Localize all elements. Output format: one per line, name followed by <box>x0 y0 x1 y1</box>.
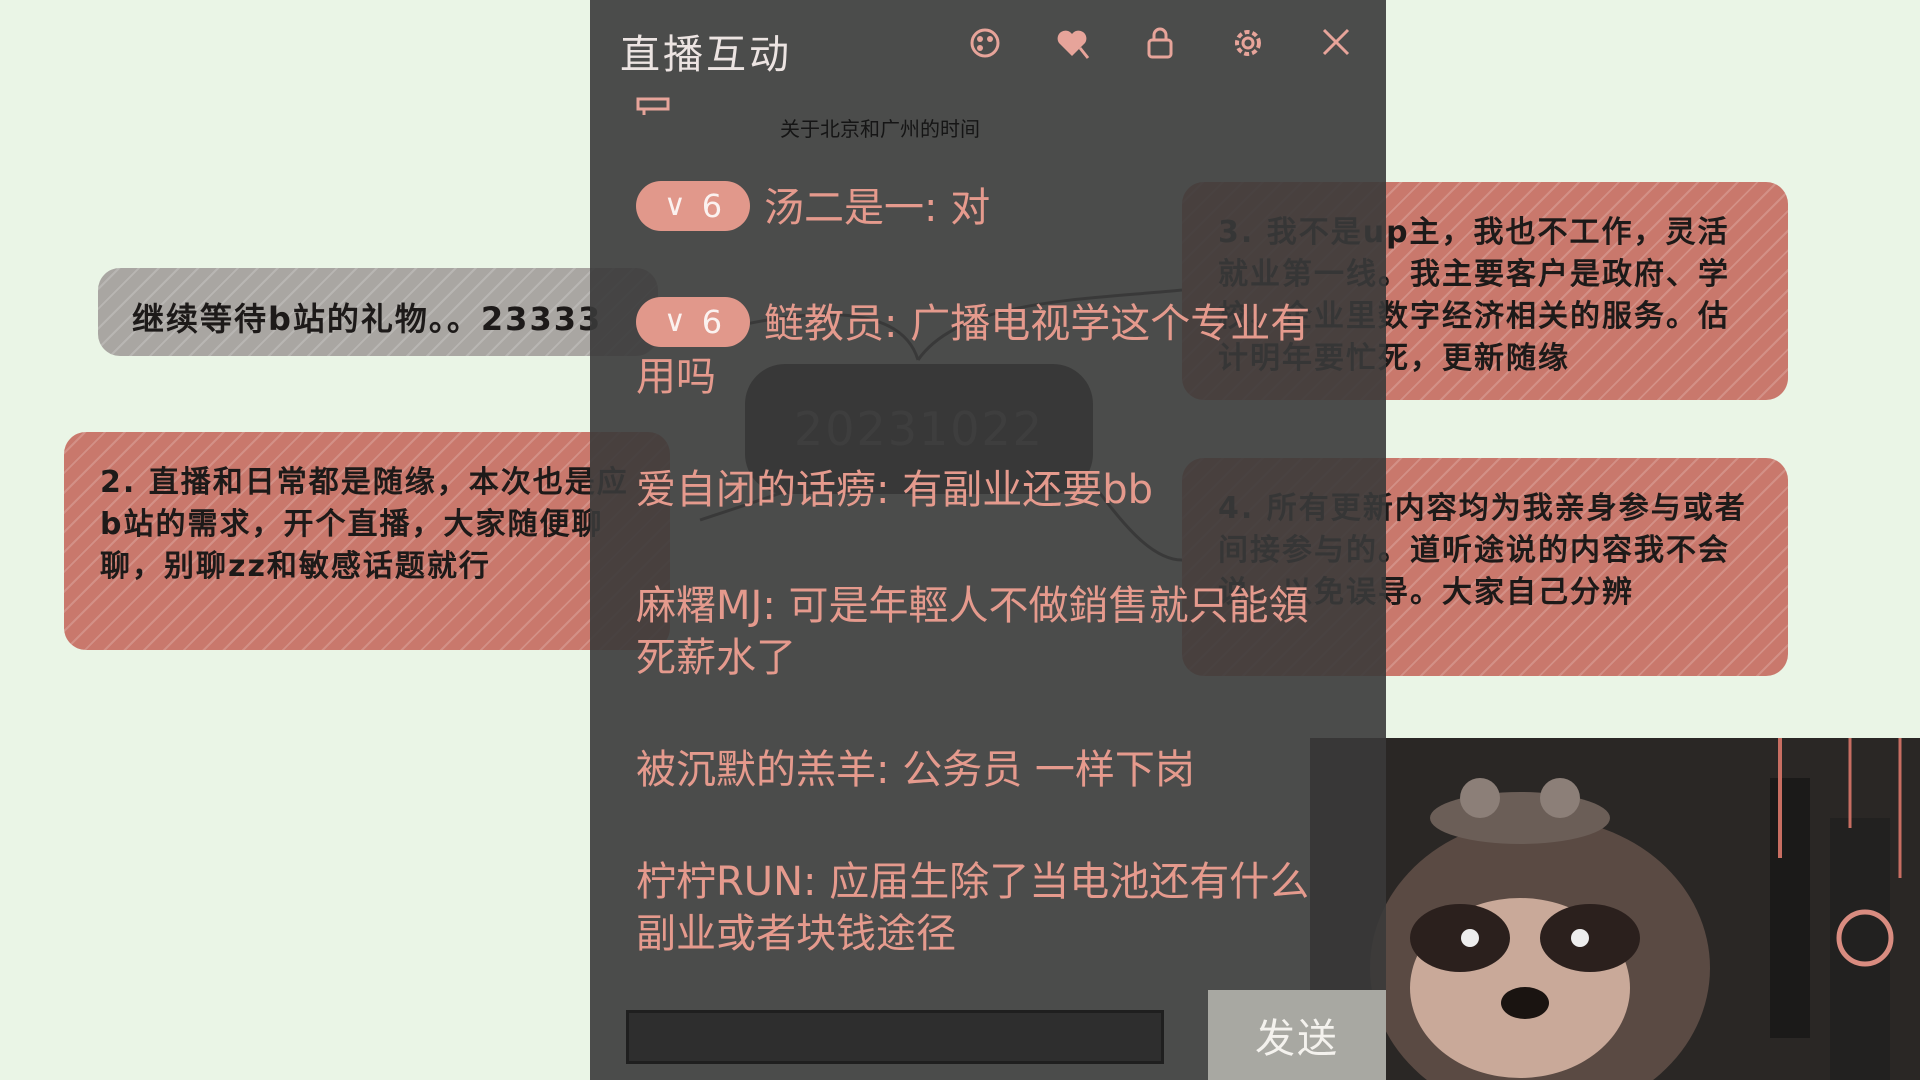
chat-text: 有副业还要bb <box>902 467 1153 513</box>
note-text: 2. 直播和日常都是随缘，本次也是应b站的需求，开个直播，大家随便聊聊，别聊zz… <box>100 465 629 584</box>
chat-message: ∨ 6 鲢教员: 广播电视学这个专业有用吗 <box>636 297 1336 403</box>
fan-badge: ∨ 6 <box>636 297 750 347</box>
chat-message: ∨ 6 汤二是一: 对 <box>636 181 1336 235</box>
note-live-rules: 2. 直播和日常都是随缘，本次也是应b站的需求，开个直播，大家随便聊聊，别聊zz… <box>64 432 670 650</box>
note-gift-wait: 继续等待b站的礼物。。23333 <box>98 268 658 356</box>
canvas: 20231022 继续等待b站的礼物。。23333 2. 直播和日常都是随缘，本… <box>0 0 1920 1080</box>
streamer-video <box>1310 738 1920 1080</box>
pinned-topic: 关于北京和广州的时间 <box>780 117 980 141</box>
chat-text: 公务员 一样下岗 <box>902 747 1195 793</box>
chat-input[interactable] <box>626 1010 1164 1064</box>
close-icon[interactable] <box>1316 26 1356 66</box>
chat-user: 爱自闭的话痨 <box>636 467 876 513</box>
chat-user: 麻糬MJ <box>636 583 763 629</box>
chat-text: 对 <box>950 185 991 231</box>
lock-icon[interactable] <box>1140 26 1180 66</box>
chat-message: 麻糬MJ: 可是年輕人不做銷售就只能領死薪水了 <box>636 583 1309 681</box>
send-button[interactable]: 发送 <box>1208 990 1386 1080</box>
palette-icon[interactable] <box>965 26 1005 66</box>
chat-message: 柠柠RUN: 应届生除了当电池还有什么副业或者块钱途径 <box>636 859 1310 957</box>
heart-slash-icon[interactable] <box>1052 26 1092 66</box>
live-interaction-panel: 直播互动 关于北京和广州的时间 ∨ 6 汤二是一: 对 ∨ 6 鲢教员: 广播电视学这个… <box>590 0 1386 1080</box>
chat-user: 鲢教员 <box>764 301 884 347</box>
raccoon-avatar-image <box>1310 738 1920 1080</box>
chat-message: 爱自闭的话痨: 有副业还要bb <box>636 467 1153 513</box>
gear-icon[interactable] <box>1228 26 1268 66</box>
chat-user: 柠柠RUN <box>636 859 803 905</box>
chat-user: 汤二是一 <box>764 185 924 231</box>
fan-badge: ∨ 6 <box>636 181 750 231</box>
chevron-down-icon: ∨ <box>663 188 686 223</box>
note-text: 继续等待b站的礼物。。23333 <box>132 300 603 338</box>
chat-user: 被沉默的羔羊 <box>636 747 876 793</box>
pin-icon <box>636 94 670 124</box>
panel-title: 直播互动 <box>620 32 792 78</box>
chat-message: 被沉默的羔羊: 公务员 一样下岗 <box>636 747 1195 793</box>
chevron-down-icon: ∨ <box>663 304 686 339</box>
